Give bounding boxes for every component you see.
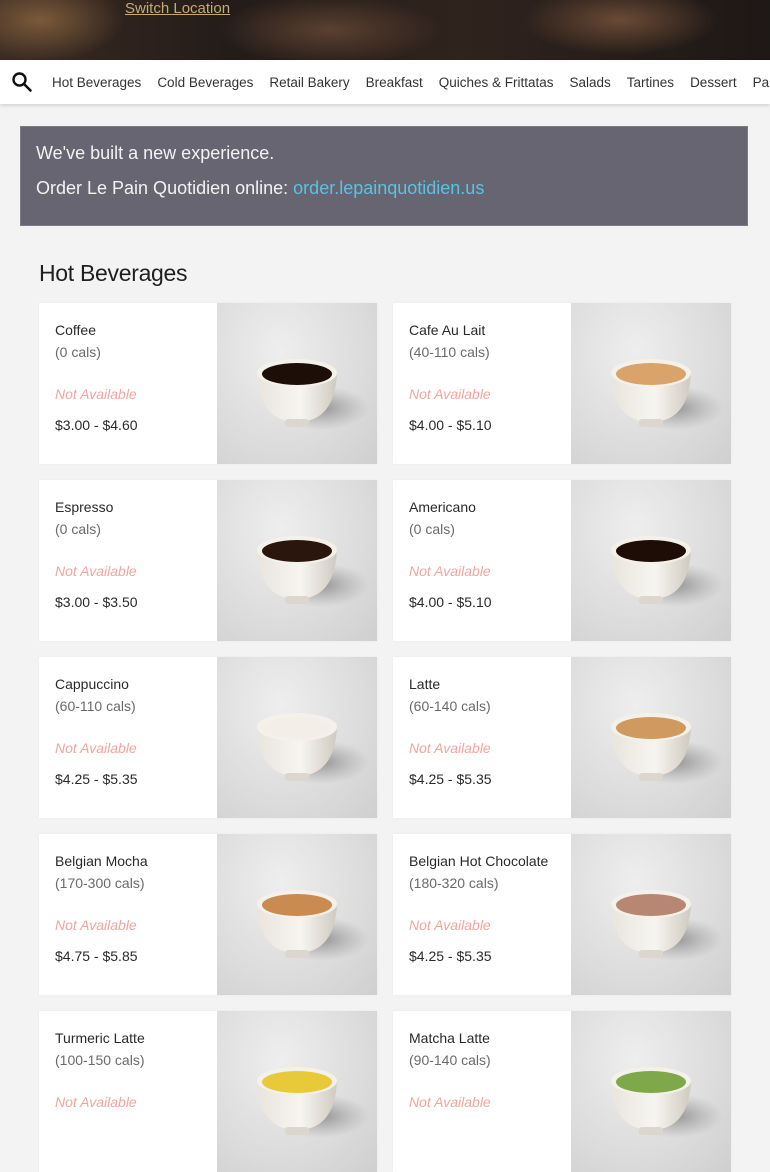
espresso-cup-photo [217, 480, 377, 641]
nav-item-dessert[interactable]: Dessert [690, 75, 737, 90]
menu-item-card[interactable]: Espresso (0 cals) Not Available $3.00 - $3.… [39, 480, 377, 641]
nav-item-hot-beverages[interactable]: Hot Beverages [52, 75, 141, 90]
banner-headline: We've built a new experience. [36, 143, 275, 163]
cafe-au-lait-cup-photo [571, 303, 731, 464]
menu-item-calories: (0 cals) [55, 344, 101, 360]
menu-item-calories: (60-110 cals) [55, 698, 136, 714]
menu-item-card[interactable]: Latte (60-140 cals) Not Available $4.25 - $… [393, 657, 731, 818]
menu-item-card[interactable]: Cappuccino (60-110 cals) Not Available $4.2… [39, 657, 377, 818]
menu-item-card[interactable]: Turmeric Latte (100-150 cals) Not Availabl… [39, 1011, 377, 1172]
menu-item-calories: (100-150 cals) [55, 1052, 145, 1068]
nav-item-tartines[interactable]: Tartines [627, 75, 674, 90]
menu-item-availability: Not Available [409, 386, 491, 402]
menu-item-card[interactable]: Matcha Latte (90-140 cals) Not Available [393, 1011, 731, 1172]
menu-item-name: Cappuccino [55, 676, 129, 692]
menu-item-price: $4.25 - $5.35 [55, 771, 138, 787]
coffee-cup-photo [217, 303, 377, 464]
menu-item-availability: Not Available [55, 917, 137, 933]
menu-item-calories: (90-140 cals) [409, 1052, 491, 1068]
nav-item-pantry[interactable]: Pantry [753, 75, 770, 90]
menu-item-name: Cafe Au Lait [409, 322, 486, 338]
cappuccino-cup-photo [217, 657, 377, 818]
menu-item-availability: Not Available [55, 1094, 137, 1110]
menu-item-availability: Not Available [55, 740, 137, 756]
mocha-cup-photo [217, 834, 377, 995]
menu-item-availability: Not Available [409, 740, 491, 756]
menu-item-name: Turmeric Latte [55, 1030, 145, 1046]
menu-item-price: $4.00 - $5.10 [409, 417, 492, 433]
menu-item-availability: Not Available [409, 563, 491, 579]
menu-item-price: $4.25 - $5.35 [409, 771, 492, 787]
announcement-banner: We've built a new experience. Order Le P… [20, 126, 748, 226]
menu-item-availability: Not Available [409, 1094, 491, 1110]
menu-item-availability: Not Available [55, 563, 137, 579]
nav-item-cold-beverages[interactable]: Cold Beverages [157, 75, 253, 90]
nav-item-retail-bakery[interactable]: Retail Bakery [269, 75, 349, 90]
search-icon[interactable] [11, 71, 33, 93]
menu-item-price: $4.75 - $5.85 [55, 948, 138, 964]
nav-item-quiches-frittatas[interactable]: Quiches & Frittatas [439, 75, 554, 90]
menu-item-name: Americano [409, 499, 476, 515]
category-nav: Hot Beverages Cold Beverages Retail Bake… [0, 60, 770, 104]
menu-item-price: $4.00 - $5.10 [409, 594, 492, 610]
menu-item-price: $4.25 - $5.35 [409, 948, 492, 964]
turmeric-latte-cup-photo [217, 1011, 377, 1172]
menu-item-price: $3.00 - $4.60 [55, 417, 138, 433]
menu-item-calories: (180-320 cals) [409, 875, 499, 891]
hot-chocolate-cup-photo [571, 834, 731, 995]
order-online-link[interactable]: order.lepainquotidien.us [293, 178, 484, 198]
banner-order-line: Order Le Pain Quotidien online: order.le… [36, 178, 484, 199]
menu-item-name: Coffee [55, 322, 96, 338]
menu-item-name: Matcha Latte [409, 1030, 490, 1046]
nav-item-salads[interactable]: Salads [570, 75, 611, 90]
menu-item-calories: (170-300 cals) [55, 875, 145, 891]
menu-item-availability: Not Available [409, 917, 491, 933]
menu-item-name: Espresso [55, 499, 114, 515]
menu-item-name: Latte [409, 676, 441, 692]
menu-item-calories: (0 cals) [409, 521, 455, 537]
banner-order-text: Order Le Pain Quotidien online: [36, 178, 294, 198]
nav-item-breakfast[interactable]: Breakfast [366, 75, 423, 90]
latte-cup-photo [571, 657, 731, 818]
menu-item-price: $3.00 - $3.50 [55, 594, 138, 610]
menu-item-calories: (40-110 cals) [409, 344, 490, 360]
menu-item-availability: Not Available [55, 386, 137, 402]
menu-item-calories: (0 cals) [55, 521, 101, 537]
menu-item-card[interactable]: Belgian Mocha (170-300 cals) Not Available… [39, 834, 377, 995]
menu-item-name: Belgian Mocha [55, 853, 148, 869]
menu-item-calories: (60-140 cals) [409, 698, 491, 714]
americano-cup-photo [571, 480, 731, 641]
matcha-latte-cup-photo [571, 1011, 731, 1172]
menu-item-card[interactable]: Cafe Au Lait (40-110 cals) Not Available $4… [393, 303, 731, 464]
menu-item-name: Belgian Hot Chocolate [409, 853, 549, 869]
menu-item-card[interactable]: Coffee (0 cals) Not Available $3.00 - $4.60 [39, 303, 377, 464]
section-title: Hot Beverages [39, 260, 188, 286]
hero-image: Switch Location [0, 0, 770, 60]
menu-item-card[interactable]: Belgian Hot Chocolate (180-320 cals) Not A… [393, 834, 731, 995]
menu-item-card[interactable]: Americano (0 cals) Not Available $4.00 - $5… [393, 480, 731, 641]
switch-location-link[interactable]: Switch Location [125, 0, 230, 17]
